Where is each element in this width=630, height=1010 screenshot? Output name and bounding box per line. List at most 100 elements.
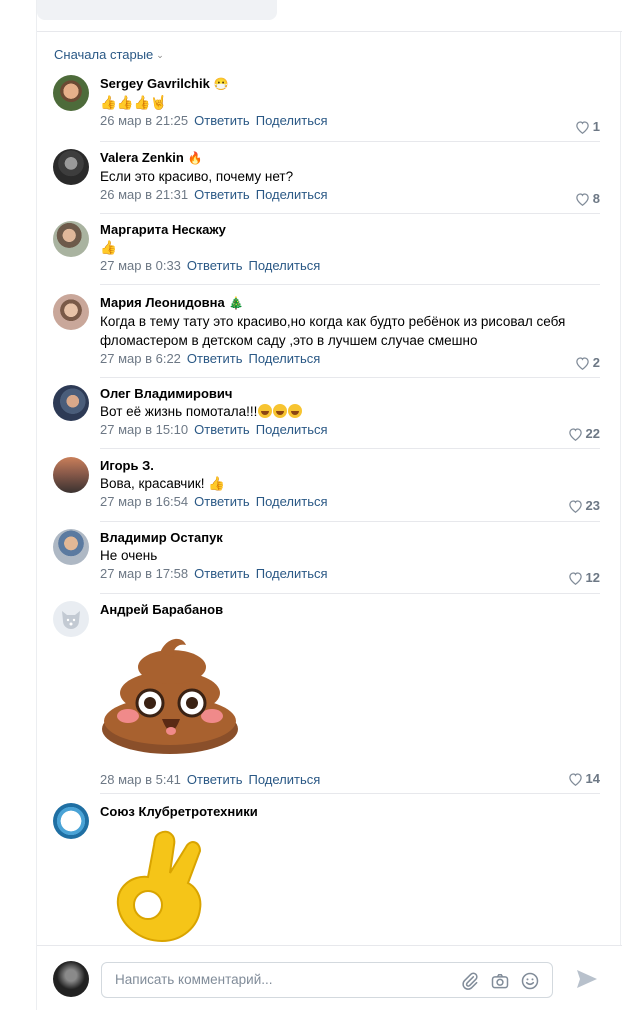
author-name[interactable]: Valera Zenkin <box>100 150 184 165</box>
camera-icon[interactable] <box>490 971 510 991</box>
comment-item: Владимир Остапук Не очень 27 мар в 17:58… <box>53 529 600 594</box>
share-link[interactable]: Поделиться <box>256 113 328 128</box>
avatar[interactable] <box>53 385 89 421</box>
author-name[interactable]: Sergey Gavrilchik <box>100 76 210 91</box>
poop-sticker <box>100 631 240 761</box>
search-field[interactable] <box>37 0 277 20</box>
avatar[interactable] <box>53 601 89 637</box>
avatar[interactable] <box>53 221 89 257</box>
author-name[interactable]: Союз Клубретротехники <box>100 804 258 819</box>
avatar[interactable] <box>53 457 89 493</box>
mask-emoji-icon: 😷 <box>213 77 229 91</box>
like-count: 14 <box>585 771 600 786</box>
comment-text: Когда в тему тату это красиво,но когда к… <box>100 314 566 348</box>
comment-date[interactable]: 27 мар в 16:54 <box>100 494 188 509</box>
like-button[interactable]: 8 <box>575 191 600 207</box>
heart-icon <box>568 572 582 586</box>
reply-link[interactable]: Ответить <box>194 187 250 202</box>
like-count: 8 <box>592 191 600 206</box>
comment-item: Игорь З. Вова, красавчик! 👍 27 мар в 16:… <box>53 457 600 522</box>
avatar[interactable] <box>53 294 89 330</box>
avatar[interactable] <box>53 803 89 839</box>
avatar[interactable] <box>53 529 89 565</box>
like-button[interactable]: 2 <box>575 355 600 371</box>
divider <box>100 213 600 214</box>
heart-icon <box>568 773 582 787</box>
sort-label: Сначала старые <box>54 47 154 62</box>
share-link[interactable]: Поделиться <box>256 566 328 581</box>
comments-panel: Сначала старые ⌄ Sergey Gavrilchik 😷 👍👍👍🤘 … <box>36 0 622 1010</box>
like-count: 12 <box>585 570 600 585</box>
like-count: 1 <box>592 119 600 134</box>
author-name[interactable]: Игорь З. <box>100 458 154 473</box>
paperclip-icon[interactable] <box>460 971 480 991</box>
comment-date[interactable]: 27 мар в 6:22 <box>100 351 181 366</box>
like-count: 23 <box>585 498 600 513</box>
send-icon[interactable] <box>575 968 599 990</box>
reply-link[interactable]: Ответить <box>194 566 250 581</box>
like-button[interactable]: 12 <box>568 570 600 586</box>
reply-link[interactable]: Ответить <box>187 772 243 787</box>
reply-link[interactable]: Ответить <box>194 422 250 437</box>
author-name[interactable]: Владимир Остапук <box>100 530 223 545</box>
fire-emoji-icon: 🔥 <box>187 151 203 165</box>
laughing-emoji-icon <box>288 404 303 418</box>
comment-item: Valera Zenkin 🔥 Если это красиво, почему … <box>53 149 600 214</box>
comment-date[interactable]: 27 мар в 0:33 <box>100 258 181 273</box>
laughing-emoji-icon <box>273 404 288 418</box>
comment-date[interactable]: 28 мар в 5:41 <box>100 772 181 787</box>
emoji-smile-icon[interactable] <box>520 971 540 991</box>
chevron-down-icon: ⌄ <box>156 50 164 60</box>
comment-date[interactable]: 26 мар в 21:31 <box>100 187 188 202</box>
share-link[interactable]: Поделиться <box>248 772 320 787</box>
like-count: 2 <box>592 355 600 370</box>
share-link[interactable]: Поделиться <box>256 187 328 202</box>
like-button[interactable]: 14 <box>568 771 600 787</box>
comment-date[interactable]: 27 мар в 15:10 <box>100 422 188 437</box>
reply-link[interactable]: Ответить <box>194 113 250 128</box>
comment-text: Не очень <box>100 548 158 563</box>
thumbs-up-emoji-row: 👍👍👍🤘 <box>100 95 168 110</box>
like-button[interactable]: 1 <box>575 119 600 135</box>
heart-icon <box>576 193 589 207</box>
author-name[interactable]: Маргарита Нескажу <box>100 222 226 237</box>
comment-date[interactable]: 26 мар в 21:25 <box>100 113 188 128</box>
comment-item: Sergey Gavrilchik 😷 👍👍👍🤘 26 мар в 21:25 От… <box>53 75 600 142</box>
laughing-emoji-icon <box>258 404 273 418</box>
author-name[interactable]: Олег Владимирович <box>100 386 232 401</box>
author-name[interactable]: Мария Леонидовна <box>100 295 225 310</box>
thumbs-up-emoji: 👍 <box>100 240 117 255</box>
comment-text: Вот её жизнь помотала!!! <box>100 404 258 419</box>
sort-dropdown[interactable]: Сначала старые ⌄ <box>54 47 164 62</box>
avatar[interactable] <box>53 149 89 185</box>
comment-item: Маргарита Нескажу 👍 27 мар в 0:33 Ответит… <box>53 221 600 285</box>
comment-item: Олег Владимирович Вот её жизнь помотала!… <box>53 385 600 449</box>
divider <box>100 448 600 449</box>
like-button[interactable]: 22 <box>568 426 600 442</box>
avatar[interactable] <box>53 75 89 111</box>
top-bar <box>37 0 622 32</box>
author-name[interactable]: Андрей Барабанов <box>100 602 223 617</box>
thumbs-up-emoji: 👍 <box>208 476 226 491</box>
divider <box>100 284 600 285</box>
comment-date[interactable]: 27 мар в 17:58 <box>100 566 188 581</box>
heart-icon <box>576 121 589 135</box>
share-link[interactable]: Поделиться <box>248 351 320 366</box>
divider <box>100 793 600 794</box>
reply-link[interactable]: Ответить <box>187 351 243 366</box>
comment-text: Вова, красавчик! <box>100 476 205 491</box>
current-user-avatar[interactable] <box>53 961 89 997</box>
heart-icon <box>576 357 589 371</box>
divider <box>100 521 600 522</box>
share-link[interactable]: Поделиться <box>248 258 320 273</box>
comment-input[interactable]: Написать комментарий... <box>101 962 553 998</box>
reply-link[interactable]: Ответить <box>187 258 243 273</box>
comment-text: Если это красиво, почему нет? <box>100 169 294 184</box>
like-count: 22 <box>585 426 600 441</box>
comment-item: Андрей Барабанов 28 мар в 5:41 Ответить … <box>53 601 600 796</box>
ok-hand-sticker <box>112 825 222 945</box>
like-button[interactable]: 23 <box>568 498 600 514</box>
reply-link[interactable]: Ответить <box>194 494 250 509</box>
share-link[interactable]: Поделиться <box>256 422 328 437</box>
share-link[interactable]: Поделиться <box>256 494 328 509</box>
